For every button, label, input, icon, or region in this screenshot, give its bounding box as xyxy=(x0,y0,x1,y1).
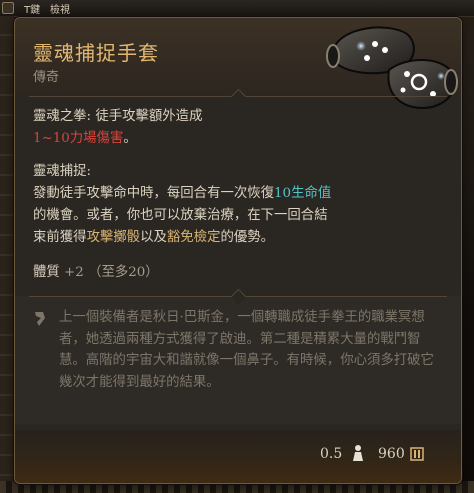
weight-icon xyxy=(353,445,363,461)
damage-value[interactable]: 1~10力場傷害 xyxy=(33,131,123,146)
passive-title: 靈魂捕捉: xyxy=(33,164,92,179)
lore-quill-icon xyxy=(35,312,45,326)
hud-left-border xyxy=(0,16,14,493)
gauntlets-art xyxy=(326,26,458,110)
attack-roll-keyword[interactable]: 攻擊擲骰 xyxy=(87,230,141,245)
passive-suffix: 。 xyxy=(123,131,137,146)
passive-line3e: 的優勢。 xyxy=(220,230,275,245)
item-price: 960 xyxy=(378,446,405,462)
hud-view-label[interactable]: 檢視 xyxy=(50,1,70,16)
item-tooltip: 靈魂捕捉手套 傳奇 靈魂之拳: 徒手攻擊額外造成 1~10力場傷害。 靈魂捕捉:… xyxy=(14,17,462,484)
saving-throw-keyword[interactable]: 豁免檢定 xyxy=(167,230,221,245)
passive-soul-fist: 靈魂之拳: 徒手攻擊額外造成 1~10力場傷害。 xyxy=(33,106,202,150)
tooltip-footer: 0.5 960 xyxy=(15,430,461,483)
item-weight: 0.5 xyxy=(320,446,343,462)
item-name: 靈魂捕捉手套 xyxy=(33,41,159,65)
hud-slot-icon xyxy=(2,2,14,14)
item-rarity: 傳奇 xyxy=(33,70,60,85)
separator-notch xyxy=(230,288,247,305)
passive-desc: 徒手攻擊額外造成 xyxy=(95,109,203,124)
heal-value[interactable]: 10生命值 xyxy=(274,186,331,201)
hud-top-strip: T鍵 檢視 xyxy=(0,0,474,17)
stat-name: 體質 xyxy=(33,265,60,280)
passive-line2: 的機會。或者，你也可以放棄治療，在下一回合結 xyxy=(33,208,328,223)
passive-line3a: 束前獲得 xyxy=(33,230,87,245)
passive-line1: 發動徒手攻擊命中時，每回合有一次恢復 xyxy=(33,186,275,201)
hud-key-label: T鍵 xyxy=(24,5,41,16)
passive-soul-catching: 靈魂捕捉: 發動徒手攻擊命中時，每回合有一次恢復10生命值 的機會。或者，你也可… xyxy=(33,161,331,249)
stat-bonus: 體質 +2 （至多20） xyxy=(33,262,159,284)
stat-cap: （至多20） xyxy=(88,265,159,280)
lore-section: 上一個裝備者是秋日·巴斯金，一個轉職成徒手拳王的職業冥想者，她透過兩種方式獲得了… xyxy=(15,288,461,424)
gold-coin-icon xyxy=(410,447,424,461)
passive-line3c: 以及 xyxy=(140,230,167,245)
lore-text: 上一個裝備者是秋日·巴斯金，一個轉職成徒手拳王的職業冥想者，她透過兩種方式獲得了… xyxy=(59,310,434,390)
stat-value: +2 xyxy=(64,265,84,280)
passive-title: 靈魂之拳: xyxy=(33,109,92,124)
